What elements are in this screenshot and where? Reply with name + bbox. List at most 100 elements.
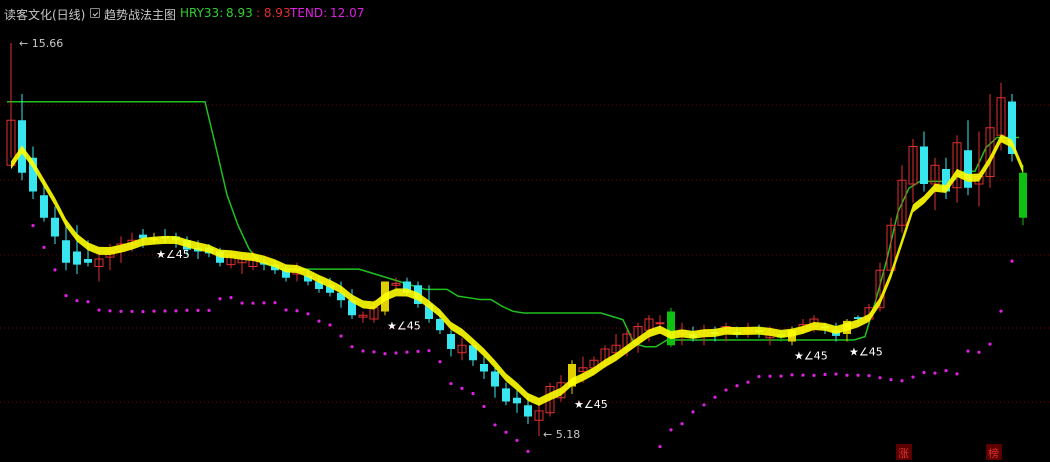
support-dot [779,374,783,378]
support-dot [900,379,904,383]
support-dot [878,376,882,380]
support-dot [482,404,486,409]
trend-band [11,134,1023,406]
ind2-value: : 8.93 [256,6,291,20]
candle-body [655,322,665,325]
support-dot [955,372,959,376]
candle-body [62,240,70,263]
support-dot [493,423,497,427]
candle-body [40,195,48,218]
support-dot [75,299,79,303]
signal-label: ★∠45 [794,349,828,362]
support-dot [867,374,871,378]
signal-label: ★∠45 [849,346,883,359]
support-dot [174,309,178,313]
support-dot [372,350,376,354]
support-dot [53,268,57,272]
support-dot [988,342,992,346]
high-price-label: ← 15.66 [19,37,63,50]
support-dot [526,449,530,454]
support-dot [207,308,211,313]
tend-label: TEND: [290,6,328,20]
support-dot [999,309,1003,313]
support-dot [416,349,420,353]
support-dot [449,381,453,386]
support-dot [339,334,343,338]
support-dot [42,245,46,249]
candlestick-chart[interactable]: ← 15.66 ← 5.18 ★∠45 ★∠45 ★∠45 ★∠45 ★∠45 涨 榜 [0,0,1050,462]
support-dot [658,444,662,449]
candle-body [513,397,521,404]
support-dot [977,350,981,354]
support-dot [702,403,706,407]
tend-value: 12.07 [330,6,365,20]
support-dot [97,308,101,312]
support-dot [86,300,90,304]
support-dot [251,301,255,305]
support-dot [130,309,134,314]
support-dot [757,374,761,379]
support-dot [119,309,123,313]
signal-label: ★∠45 [574,398,608,411]
support-dot [460,386,464,390]
support-dot [405,350,409,354]
support-dot [724,388,728,392]
candle-body [1019,172,1027,218]
support-dot [64,294,68,298]
support-dot [471,391,475,396]
support-dot [691,410,695,414]
support-dot [834,372,838,376]
signal-label: ★∠45 [156,248,190,261]
support-dot [504,430,508,434]
hry33-label: HRY33: [180,6,224,20]
support-dot [746,380,750,384]
support-dot [394,351,398,355]
support-dot [229,296,233,300]
support-dot [273,301,277,305]
candle-body [84,259,92,263]
support-dot [768,374,772,378]
support-dot [944,369,948,373]
support-dot [801,373,805,377]
support-dot [966,349,970,353]
support-dot [790,373,794,377]
support-dot [317,319,321,323]
support-dot [361,349,365,353]
bottom-mark-label: 涨 [898,447,909,460]
support-dot [185,308,189,312]
stock-title: 读客文化(日线) [4,8,86,22]
checkbox-icon[interactable] [90,8,100,18]
support-dot [856,373,860,377]
support-dot [218,297,222,301]
support-dot [196,308,200,312]
low-price-label: ← 5.18 [543,428,580,441]
candle-body [502,388,510,402]
support-dot [383,352,387,356]
candle-body [964,150,972,188]
support-dot [845,373,849,377]
stop-line [7,100,1019,348]
support-dot [713,395,717,399]
candle-body [491,371,499,387]
candle-body [436,319,444,331]
support-dot [306,312,310,316]
support-dot [911,375,915,379]
bottom-mark-label: 榜 [988,446,999,460]
support-dot [515,438,519,443]
support-dot [1010,259,1014,263]
support-dot [438,360,442,364]
support-dot [141,309,145,314]
support-dot [262,301,266,305]
candle-body [920,146,928,184]
support-dot [31,224,35,228]
support-dot [669,428,673,432]
main-chart-label: 趋势战法主图 [104,8,177,22]
candle-body [447,334,455,349]
support-dot [328,323,332,327]
candle-body [73,251,81,265]
candle-body [667,311,675,346]
signal-label: ★∠45 [387,319,421,332]
support-dot [823,372,827,377]
support-dot [812,373,816,377]
support-dot [889,377,893,382]
